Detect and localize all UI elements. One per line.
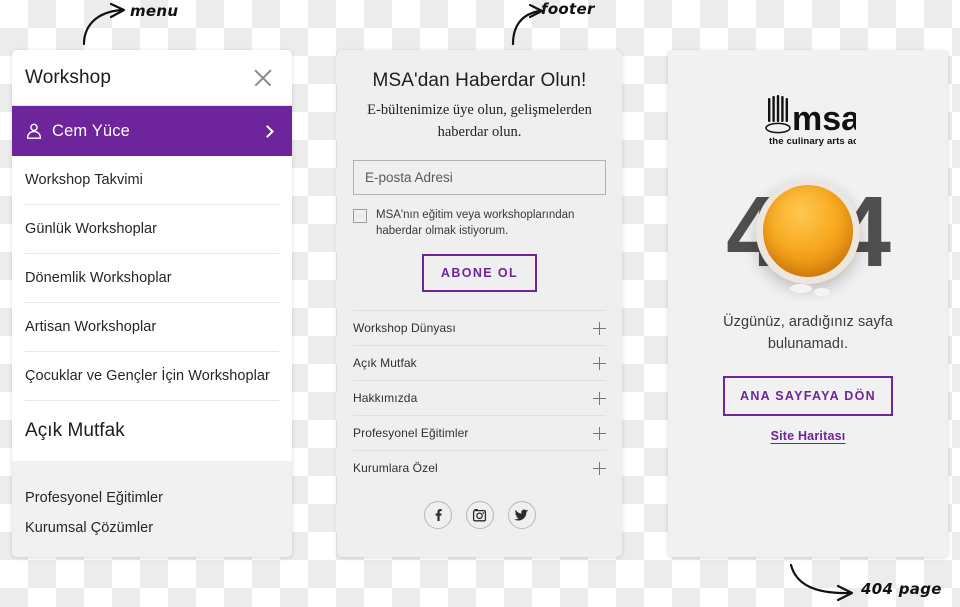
email-input[interactable]	[353, 159, 606, 195]
newsletter-subtitle: E-bültenimize üye olun, gelişmelerden ha…	[367, 102, 592, 140]
eggshell-chip-icon	[814, 288, 830, 296]
menu-item-donemlik-workshoplar[interactable]: Dönemlik Workshoplar	[25, 254, 279, 303]
menu-active-label: Cem Yüce	[52, 121, 130, 140]
facebook-icon[interactable]	[423, 501, 452, 530]
annotation-menu: menu	[130, 2, 179, 20]
annotation-menu-arrow	[82, 2, 126, 46]
accordion-row-kurumlara-ozel[interactable]: Kurumlara Özel	[353, 450, 606, 485]
menu-item-artisan-workshoplar[interactable]: Artisan Workshoplar	[25, 303, 279, 352]
svg-text:msa: msa	[792, 100, 856, 138]
menu-item-label: Workshop Takvimi	[25, 172, 143, 188]
accordion-label: Profesyonel Eğitimler	[353, 426, 469, 441]
footer-accordion: Workshop Dünyası Açık Mutfak Hakkımızda …	[337, 310, 622, 530]
accordion-label: Workshop Dünyası	[353, 321, 456, 336]
plus-icon[interactable]	[593, 321, 606, 335]
subscribe-button[interactable]: ABONE OL	[421, 254, 538, 293]
error-message: Üzgünüz, aradığınız sayfa bulunamadı.	[723, 314, 893, 352]
plus-icon[interactable]	[593, 426, 606, 440]
menu-item-gunluk-workshoplar[interactable]: Günlük Workshoplar	[25, 205, 279, 254]
plus-icon[interactable]	[593, 356, 606, 370]
plus-icon[interactable]	[593, 461, 606, 475]
menu-footer-item-kurumsal-cozumler[interactable]: Kurumsal Çözümler	[25, 513, 279, 543]
menu-header: Workshop	[12, 50, 292, 106]
annotation-404page-arrow	[789, 563, 854, 602]
menu-panel: Workshop Cem Yüce Workshop Takvimi Günlü…	[12, 50, 292, 557]
menu-list: Workshop Takvimi Günlük Workshoplar Döne…	[12, 156, 292, 461]
menu-item-label: Dönemlik Workshoplar	[25, 270, 172, 286]
eggshell-chip-icon	[790, 284, 812, 293]
instagram-icon[interactable]	[465, 501, 494, 530]
home-button[interactable]: ANA SAYFAYA DÖN	[723, 375, 893, 416]
menu-item-acik-mutfak[interactable]: Açık Mutfak	[25, 401, 279, 461]
user-icon	[26, 123, 42, 139]
accordion-row-hakkimizda[interactable]: Hakkımızda	[353, 380, 606, 415]
egg-yolk-icon	[756, 180, 860, 284]
menu-item-label: Günlük Workshoplar	[25, 221, 157, 237]
menu-title: Workshop	[25, 66, 111, 88]
accordion-label: Hakkımızda	[353, 391, 418, 406]
accordion-row-workshop-dunyasi[interactable]: Workshop Dünyası	[353, 310, 606, 345]
error-code-graphic: 404	[668, 172, 948, 296]
consent-label: MSA'nın eğitim veya workshoplarından hab…	[376, 208, 575, 237]
newsletter-heading: MSA'dan Haberdar Olun!	[372, 70, 587, 91]
consent-checkbox[interactable]	[353, 208, 367, 223]
menu-item-label: Çocuklar ve Gençler İçin Workshoplar	[25, 368, 270, 384]
accordion-row-acik-mutfak[interactable]: Açık Mutfak	[353, 345, 606, 380]
menu-item-label: Artisan Workshoplar	[25, 319, 157, 335]
sitemap-link[interactable]: Site Haritası	[668, 429, 948, 443]
menu-item-workshop-takvimi[interactable]: Workshop Takvimi	[25, 156, 279, 205]
accordion-label: Kurumlara Özel	[353, 461, 438, 476]
social-links	[353, 485, 606, 530]
footer-panel: MSA'dan Haberdar Olun! E-bültenimize üye…	[337, 50, 622, 557]
menu-item-label: Açık Mutfak	[25, 420, 125, 441]
menu-item-active-user[interactable]: Cem Yüce	[12, 106, 292, 156]
menu-footer-group: Profesyonel Eğitimler Kurumsal Çözümler	[12, 461, 292, 557]
consent-row: MSA'nın eğitim veya workshoplarından hab…	[353, 207, 606, 240]
chevron-right-icon	[261, 124, 274, 138]
accordion-label: Açık Mutfak	[353, 356, 417, 371]
annotation-404page: 404 page	[861, 580, 942, 598]
plus-icon[interactable]	[593, 391, 606, 405]
accordion-row-profesyonel-egitimler[interactable]: Profesyonel Eğitimler	[353, 415, 606, 450]
annotation-footer: footer	[541, 0, 595, 18]
menu-item-cocuklar-genclar-workshoplar[interactable]: Çocuklar ve Gençler İçin Workshoplar	[25, 352, 279, 401]
msa-logo: msa the culinary arts academy	[668, 50, 948, 150]
menu-footer-item-profesyonel-egitimler[interactable]: Profesyonel Eğitimler	[25, 483, 279, 513]
svg-text:the culinary arts academy: the culinary arts academy	[769, 136, 856, 147]
close-icon[interactable]	[252, 67, 274, 89]
twitter-icon[interactable]	[507, 501, 536, 530]
notfound-panel: msa the culinary arts academy 404 Üzgünü…	[668, 50, 948, 557]
newsletter-section: MSA'dan Haberdar Olun! E-bültenimize üye…	[337, 50, 622, 310]
